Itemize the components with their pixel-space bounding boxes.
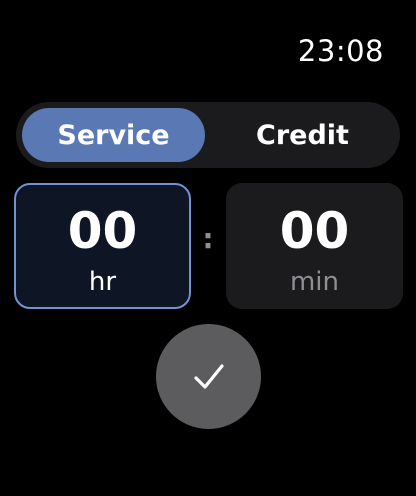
minutes-picker[interactable]: 00 min [226,183,403,309]
minutes-value: 00 [279,202,350,260]
hours-picker[interactable]: 00 hr [14,183,191,309]
time-separator: : [202,222,214,255]
mode-segmented-control: Service Credit [16,102,400,168]
checkmark-icon [193,363,224,389]
hours-unit-label: hr [88,267,117,297]
credit-segment[interactable]: Credit [211,108,394,162]
hours-value: 00 [67,202,138,260]
minutes-unit-label: min [289,267,340,297]
service-segment[interactable]: Service [22,108,205,162]
status-time: 23:08 [297,34,384,68]
confirm-button[interactable] [156,324,261,429]
